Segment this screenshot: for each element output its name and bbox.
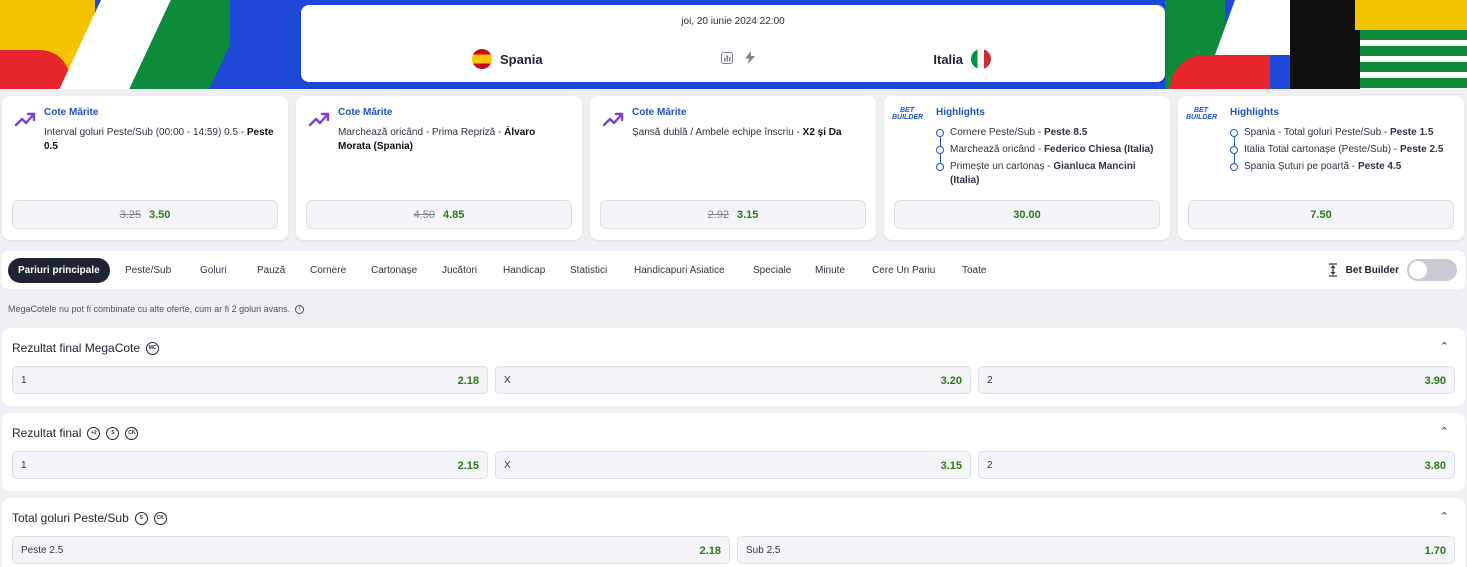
bet-builder-label: Bet Builder	[1345, 264, 1399, 276]
builder-odd: 7.50	[1310, 208, 1332, 221]
builder-title: Highlights	[936, 107, 985, 118]
selection-button[interactable]: Peste 2.5 2.18	[12, 536, 730, 564]
bet-builder-badge: BET BUILDER	[1186, 107, 1218, 121]
bet-builder-card[interactable]: BET BUILDER Highlights Cornere Peste/Sub…	[884, 96, 1170, 240]
tab-peste-sub[interactable]: Peste/Sub	[125, 258, 171, 283]
selection-button[interactable]: 2 3.90	[978, 366, 1455, 394]
promo-title: Cote Mărite	[632, 107, 687, 118]
selection-button[interactable]: 2 3.80	[978, 451, 1455, 479]
chevron-up-icon[interactable]: ⌃	[1440, 340, 1449, 353]
selection-button[interactable]: Sub 2.5 1.70	[737, 536, 1455, 564]
tab-cere-un-pariu[interactable]: Cere Un Pariu	[872, 258, 935, 283]
builder-title: Highlights	[1230, 107, 1279, 118]
builder-selection-list: Cornere Peste/Sub - Peste 8.5 Marchează …	[936, 126, 1160, 191]
old-odd: 3.25	[119, 208, 141, 221]
market-rezultat-final-megacote: Rezultat final MegaCote MC ⌃ 1 2.18 X 3.20…	[2, 328, 1465, 406]
live-stream-icon: S	[106, 426, 120, 440]
megacote-note: MegaCotele nu pot fi combinate cu alte o…	[8, 304, 305, 314]
old-odd: 4.50	[413, 208, 435, 221]
tab-goluri[interactable]: Goluri	[200, 258, 227, 283]
megacote-badge-icon: MC	[146, 341, 160, 355]
new-odd: 4.85	[443, 208, 465, 221]
market-title[interactable]: Rezultat final MegaCote MC	[12, 341, 160, 355]
tab-handicapuri-asiatice[interactable]: Handicapuri Asiatice	[634, 258, 725, 283]
tab-cornere[interactable]: Cornere	[310, 258, 346, 283]
selection-button[interactable]: X 3.20	[495, 366, 971, 394]
spain-flag-icon	[472, 49, 492, 69]
market-title[interactable]: Total goluri Peste/Sub S CK	[12, 511, 167, 525]
cashout-icon: CK	[125, 426, 139, 440]
tab-speciale[interactable]: Speciale	[753, 258, 791, 283]
lightning-icon[interactable]	[745, 51, 755, 67]
market-rezultat-final: Rezultat final +2 S CK ⌃ 1 2.15 X 3.15 2 3.…	[2, 413, 1465, 491]
cashout-icon: CK	[153, 511, 167, 525]
promo-title: Cote Mărite	[338, 107, 393, 118]
promo-title: Cote Mărite	[44, 107, 99, 118]
italy-flag-icon	[971, 49, 991, 69]
match-actions	[721, 51, 755, 67]
chevron-up-icon[interactable]: ⌃	[1440, 425, 1449, 438]
boosted-odd-button[interactable]: 4.50 4.85	[306, 200, 572, 229]
match-date: joi, 20 iunie 2024 22:00	[681, 16, 785, 27]
live-stream-icon: S	[134, 511, 148, 525]
trending-up-icon	[14, 112, 36, 127]
market-title[interactable]: Rezultat final +2 S CK	[12, 426, 139, 440]
builder-selection: Cornere Peste/Sub - Peste 8.5	[936, 126, 1160, 146]
selection-button[interactable]: X 3.15	[495, 451, 971, 479]
boosted-odds-card[interactable]: Cote Mărite Șansă dublă / Ambele echipe …	[590, 96, 876, 240]
boosted-odds-card[interactable]: Cote Mărite Marchează oricând - Prima Re…	[296, 96, 582, 240]
tab-handicap[interactable]: Handicap	[503, 258, 545, 283]
builder-odd: 30.00	[1013, 208, 1041, 221]
tab-jucatori[interactable]: Jucători	[442, 258, 477, 283]
away-team[interactable]: Italia	[933, 49, 991, 69]
old-odd: 2.92	[707, 208, 729, 221]
bet-builder-switch[interactable]	[1407, 259, 1457, 281]
info-icon[interactable]: i	[295, 304, 305, 314]
tab-pariuri-principale[interactable]: Pariuri principale	[8, 258, 110, 283]
builder-odd-button[interactable]: 30.00	[894, 200, 1160, 229]
trending-up-icon	[602, 112, 624, 127]
chevron-up-icon[interactable]: ⌃	[1440, 510, 1449, 523]
selection-button[interactable]: 1 2.18	[12, 366, 488, 394]
promo-description: Interval goluri Peste/Sub (00:00 - 14:59…	[44, 127, 274, 152]
builder-selection: Spania - Total goluri Peste/Sub - Peste …	[1230, 126, 1454, 146]
home-team-name: Spania	[500, 51, 543, 67]
expand-vertical-icon	[1328, 263, 1337, 277]
stats-icon[interactable]	[721, 51, 733, 67]
builder-selection: Primește un cartonaș - Gianluca Mancini …	[936, 160, 1160, 188]
builder-selection: Italia Total cartonașe (Peste/Sub) - Pes…	[1230, 143, 1454, 163]
market-tabs: Pariuri principale Peste/Sub Goluri Pauz…	[2, 251, 1465, 289]
boosted-odd-button[interactable]: 2.92 3.15	[600, 200, 866, 229]
bet-builder-card[interactable]: BET BUILDER Highlights Spania - Total go…	[1178, 96, 1464, 240]
trending-up-icon	[308, 112, 330, 127]
bet-builder-badge: BET BUILDER	[892, 107, 924, 121]
home-team[interactable]: Spania	[472, 49, 543, 69]
builder-odd-button[interactable]: 7.50	[1188, 200, 1454, 229]
away-team-name: Italia	[933, 51, 963, 67]
new-odd: 3.15	[737, 208, 759, 221]
selection-button[interactable]: 1 2.15	[12, 451, 488, 479]
tab-minute[interactable]: Minute	[815, 258, 845, 283]
tab-toate[interactable]: Toate	[962, 258, 986, 283]
tab-cartonase[interactable]: Cartonașe	[371, 258, 417, 283]
promo-description: Șansă dublă / Ambele echipe înscriu - X2…	[632, 127, 842, 138]
bet-builder-toggle[interactable]: Bet Builder	[1328, 259, 1457, 281]
two-goals-ahead-icon: +2	[87, 426, 101, 440]
tab-statistici[interactable]: Statistici	[570, 258, 607, 283]
market-total-goluri: Total goluri Peste/Sub S CK ⌃ Peste 2.5 2…	[2, 498, 1465, 567]
promo-description: Marchează oricând - Prima Repriză - Álva…	[338, 127, 536, 152]
new-odd: 3.50	[149, 208, 171, 221]
boosted-odd-button[interactable]: 3.25 3.50	[12, 200, 278, 229]
builder-selection-list: Spania - Total goluri Peste/Sub - Peste …	[1230, 126, 1454, 177]
tab-pauza[interactable]: Pauză	[257, 258, 285, 283]
match-header-card: joi, 20 iunie 2024 22:00 Spania Italia	[301, 5, 1165, 82]
builder-selection: Marchează oricând - Federico Chiesa (Ita…	[936, 143, 1160, 163]
builder-selection: Spania Șuturi pe poartă - Peste 4.5	[1230, 160, 1454, 174]
boosted-odds-card[interactable]: Cote Mărite Interval goluri Peste/Sub (0…	[2, 96, 288, 240]
